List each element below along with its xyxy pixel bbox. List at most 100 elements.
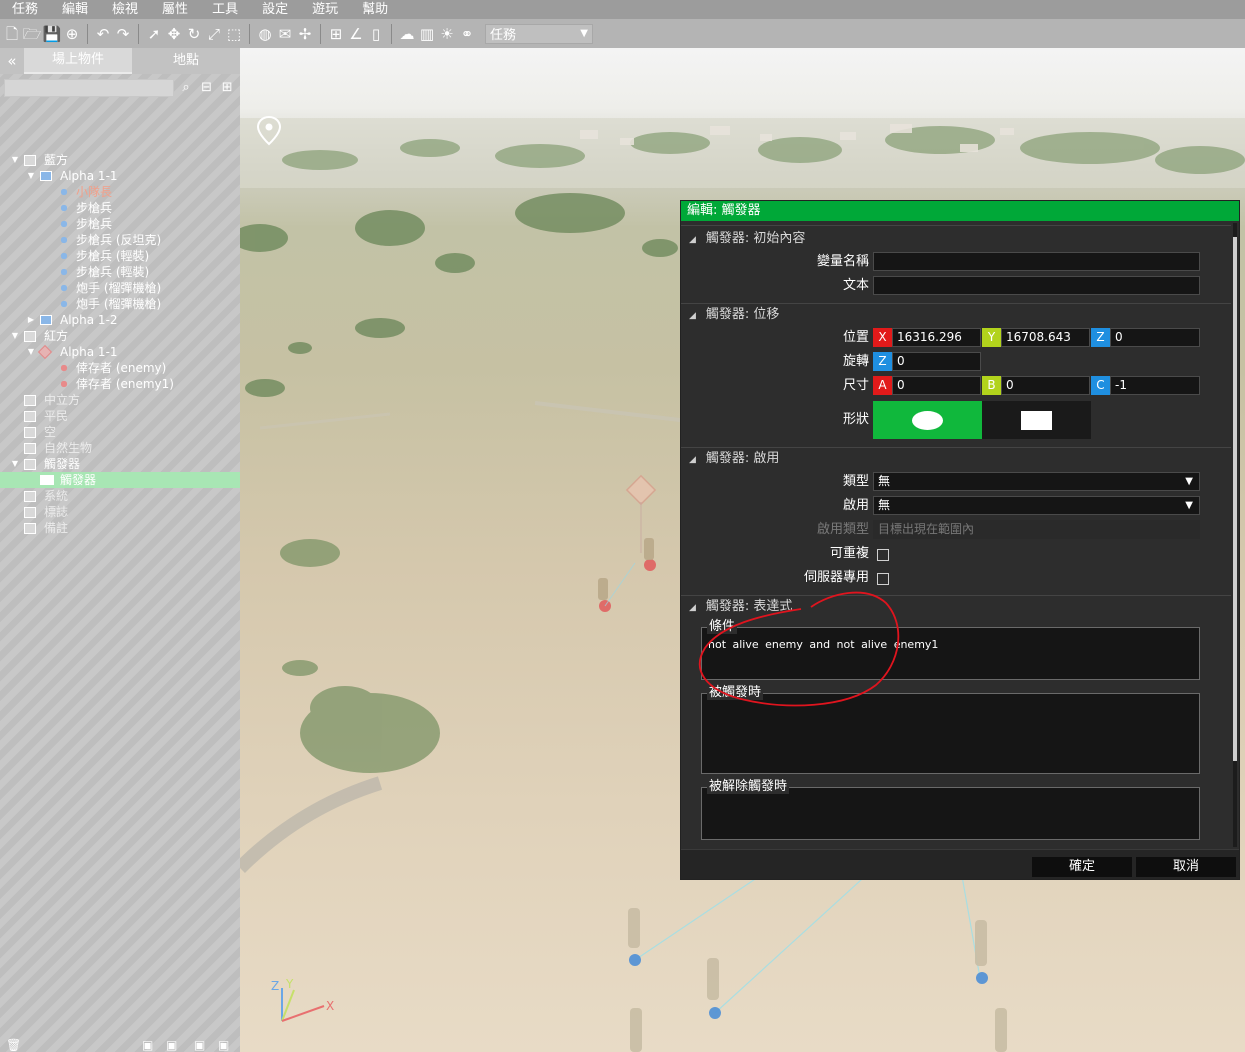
tree-item[interactable]: ▼ 觸發器	[0, 456, 240, 472]
expand-all-icon[interactable]: ⊞	[218, 79, 236, 97]
shape-ellipse-button[interactable]	[873, 401, 982, 439]
world-space-icon[interactable]: ◍	[256, 25, 274, 43]
section-activation-header[interactable]: ◢ 觸發器: 啟用	[681, 449, 1231, 469]
folder-checkbox-icon[interactable]	[24, 459, 36, 470]
layer-settings-icon[interactable]: ▣	[218, 1038, 229, 1052]
publish-icon[interactable]: ⊕	[63, 25, 81, 43]
tree-item[interactable]: 倖存者 (enemy)	[0, 360, 240, 376]
menu-tools[interactable]: 工具	[200, 0, 250, 19]
folder-checkbox-icon[interactable]	[24, 411, 36, 422]
server-only-checkbox[interactable]	[877, 573, 889, 585]
section-expression-header[interactable]: ◢ 觸發器: 表達式	[681, 597, 1231, 617]
on-activation-textarea[interactable]	[701, 693, 1200, 774]
sun-icon[interactable]: ☀	[438, 25, 456, 43]
tree-item[interactable]: 中立方	[0, 392, 240, 408]
tree-item[interactable]: 空	[0, 424, 240, 440]
add-layer-icon[interactable]: ▣	[194, 1038, 205, 1052]
search-input[interactable]	[4, 79, 175, 97]
ok-button[interactable]: 確定	[1032, 857, 1132, 877]
folder-checkbox-icon[interactable]	[24, 507, 36, 518]
tree-item[interactable]: 觸發器	[0, 472, 240, 488]
expand-arrow-icon[interactable]: ▼	[10, 456, 20, 472]
tree-item[interactable]: 步槍兵	[0, 216, 240, 232]
weather-icon[interactable]: ☁	[398, 25, 416, 43]
on-deactivation-textarea[interactable]	[701, 787, 1200, 840]
scale-snap-icon[interactable]: ▯	[367, 25, 385, 43]
map-pin-icon[interactable]	[254, 114, 284, 154]
angle-snap-icon[interactable]: ∠	[347, 25, 365, 43]
search-icon[interactable]: ⌕	[177, 79, 195, 97]
shape-rectangle-button[interactable]	[982, 401, 1091, 439]
menu-play[interactable]: 遊玩	[300, 0, 350, 19]
surface-snap-icon[interactable]: ✉	[276, 25, 294, 43]
menu-mission[interactable]: 任務	[0, 0, 50, 19]
tab-locations[interactable]: 地點	[132, 49, 240, 73]
tree-item[interactable]: ▼ Alpha 1-1	[0, 168, 240, 184]
size-c-input[interactable]: -1	[1110, 376, 1200, 395]
tree-item[interactable]: 步槍兵	[0, 200, 240, 216]
section-init-header[interactable]: ◢ 觸發器: 初始內容	[681, 229, 1231, 249]
repeatable-checkbox[interactable]	[877, 549, 889, 561]
pos-z-input[interactable]: 0	[1110, 328, 1200, 347]
binoculars-icon[interactable]: ⚭	[458, 25, 476, 43]
tree-item[interactable]: 步槍兵 (輕裝)	[0, 248, 240, 264]
dialog-title[interactable]: 編輯: 觸發器	[681, 201, 1239, 221]
tree-item[interactable]: 倖存者 (enemy1)	[0, 376, 240, 392]
expand-arrow-icon[interactable]: ▼	[10, 328, 20, 344]
tree-item[interactable]: 小隊長	[0, 184, 240, 200]
menu-view[interactable]: 檢視	[100, 0, 150, 19]
expand-arrow-icon[interactable]: ▼	[26, 168, 36, 184]
pos-x-input[interactable]: 16316.296	[892, 328, 981, 347]
tree-item[interactable]: 自然生物	[0, 440, 240, 456]
folder-checkbox-icon[interactable]	[24, 427, 36, 438]
expand-arrow-icon[interactable]: ▼	[10, 152, 20, 168]
grid-icon[interactable]: ⊞	[327, 25, 345, 43]
trash-icon[interactable]: 🗑	[6, 1038, 21, 1052]
menu-attributes[interactable]: 屬性	[150, 0, 200, 19]
tree-item[interactable]: 炮手 (榴彈機槍)	[0, 280, 240, 296]
open-folder-icon[interactable]: 🗁	[23, 25, 42, 43]
rot-z-input[interactable]: 0	[892, 352, 981, 371]
size-b-input[interactable]: 0	[1001, 376, 1090, 395]
tree-item[interactable]: ▼ 藍方	[0, 152, 240, 168]
tree-item[interactable]: 步槍兵 (反坦克)	[0, 232, 240, 248]
folder-checkbox-icon[interactable]	[24, 155, 36, 166]
move-icon[interactable]: ✥	[165, 25, 183, 43]
select-cursor-icon[interactable]: ➚	[145, 25, 163, 43]
tree-item[interactable]: 步槍兵 (輕裝)	[0, 264, 240, 280]
tree-item[interactable]: ▼ 紅方	[0, 328, 240, 344]
tree-item[interactable]: 平民	[0, 408, 240, 424]
folder-checkbox-icon[interactable]	[24, 331, 36, 342]
scale-icon[interactable]: ⤢	[205, 25, 223, 43]
condition-textarea[interactable]: not alive enemy and not alive enemy1	[701, 627, 1200, 680]
expand-arrow-icon[interactable]: ▼	[26, 344, 36, 360]
activation-select[interactable]: 無 ▼	[873, 496, 1200, 515]
menu-edit[interactable]: 編輯	[50, 0, 100, 19]
section-transform-header[interactable]: ◢ 觸發器: 位移	[681, 305, 1231, 325]
tree-item[interactable]: 備註	[0, 520, 240, 536]
pos-y-input[interactable]: 16708.643	[1001, 328, 1090, 347]
vertical-mode-icon[interactable]: ✢	[296, 25, 314, 43]
folder-checkbox-icon[interactable]	[24, 523, 36, 534]
var-name-input[interactable]	[873, 252, 1200, 271]
type-select[interactable]: 無 ▼	[873, 472, 1200, 491]
tab-entities[interactable]: 場上物件	[24, 48, 132, 74]
undo-icon[interactable]: ↶	[94, 25, 112, 43]
menu-help[interactable]: 幫助	[350, 0, 400, 19]
save-icon[interactable]: 💾	[43, 25, 62, 43]
rotate-icon[interactable]: ↻	[185, 25, 203, 43]
tree-item[interactable]: 系統	[0, 488, 240, 504]
mode-select[interactable]: 任務 ▼	[485, 23, 593, 44]
folder-checkbox-icon[interactable]	[24, 395, 36, 406]
menu-settings[interactable]: 設定	[250, 0, 300, 19]
tree-item[interactable]: 炮手 (榴彈機槍)	[0, 296, 240, 312]
collapse-all-icon[interactable]: ⊟	[198, 79, 216, 97]
area-scale-icon[interactable]: ⬚	[225, 25, 243, 43]
tree-item[interactable]: ▼ Alpha 1-1	[0, 344, 240, 360]
folder-checkbox-icon[interactable]	[24, 443, 36, 454]
folder-checkbox-icon[interactable]	[24, 491, 36, 502]
collapsed-arrow-icon[interactable]: ▶	[26, 312, 36, 328]
map-icon[interactable]: ▥	[418, 25, 436, 43]
tree-item[interactable]: ▶ Alpha 1-2	[0, 312, 240, 328]
new-file-icon[interactable]: 🗋	[3, 25, 21, 43]
